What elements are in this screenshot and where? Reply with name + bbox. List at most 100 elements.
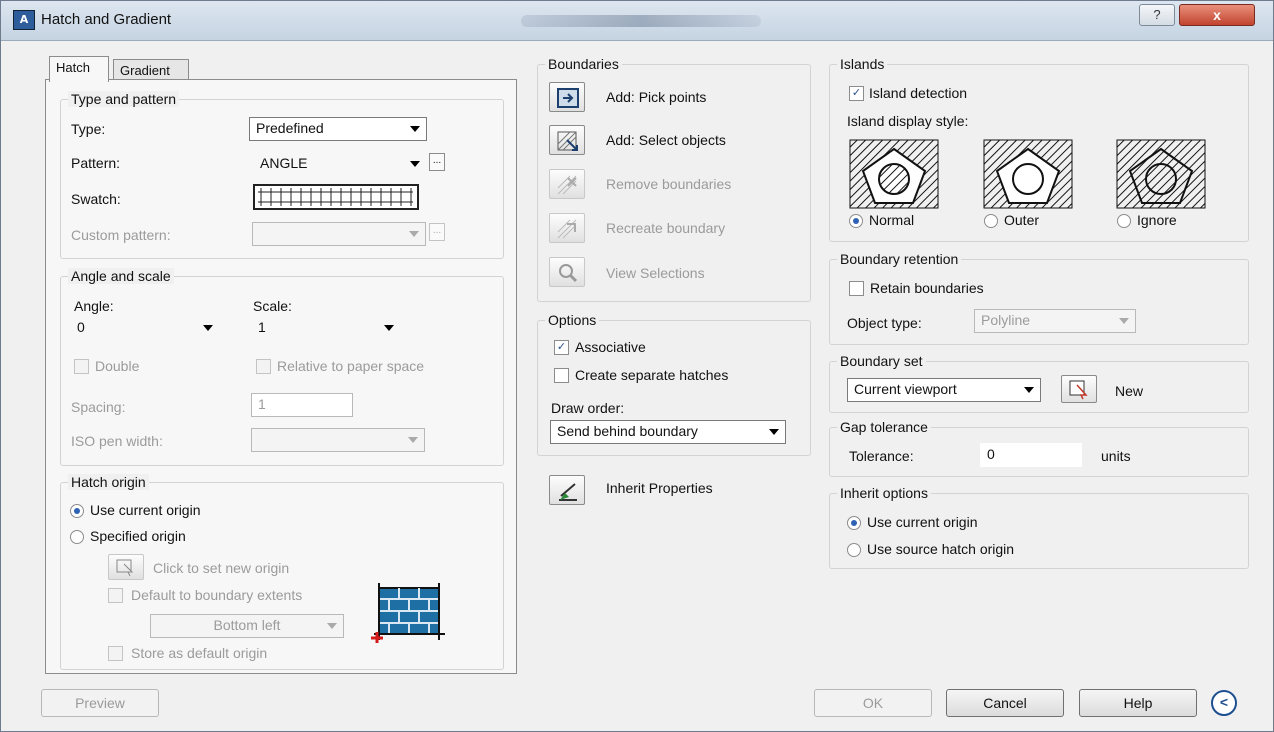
- remove-boundaries-label: Remove boundaries: [606, 176, 732, 192]
- island-display-style-label: Island display style:: [847, 113, 969, 129]
- chevron-down-icon: [1024, 387, 1034, 393]
- object-type-value: Polyline: [981, 312, 1031, 328]
- close-button[interactable]: x: [1179, 4, 1255, 26]
- group-title: Angle and scale: [68, 268, 174, 284]
- specified-origin-label: Specified origin: [90, 528, 186, 544]
- spacing-input[interactable]: 1: [251, 393, 353, 417]
- angle-value: 0: [77, 319, 85, 335]
- pick-points-icon: [557, 88, 579, 108]
- ok-button[interactable]: OK: [814, 689, 932, 717]
- island-ignore-radio[interactable]: [1117, 214, 1131, 228]
- click-set-origin-button[interactable]: [108, 554, 144, 580]
- recreate-boundary-button[interactable]: [549, 213, 585, 243]
- inherit-properties-label: Inherit Properties: [606, 480, 713, 496]
- island-normal-label: Normal: [869, 212, 915, 228]
- swatch-preview[interactable]: [253, 184, 419, 210]
- tab-hatch[interactable]: Hatch: [49, 56, 109, 82]
- remove-boundaries-icon: [557, 175, 577, 195]
- retain-boundaries-checkbox[interactable]: [849, 281, 864, 296]
- island-outer-preview[interactable]: [983, 139, 1073, 209]
- title-bar[interactable]: A Hatch and Gradient ? x: [1, 1, 1273, 41]
- type-value: Predefined: [256, 120, 324, 136]
- use-current-origin-radio[interactable]: [70, 504, 84, 518]
- store-default-origin-checkbox[interactable]: [108, 646, 123, 661]
- group-title: Boundary set: [837, 353, 926, 369]
- add-select-objects-button[interactable]: [549, 125, 585, 155]
- island-normal-preview[interactable]: [849, 139, 939, 209]
- swatch-label: Swatch:: [71, 191, 121, 207]
- group-title: Gap tolerance: [837, 419, 931, 435]
- scale-value: 1: [258, 319, 266, 335]
- title-help-button[interactable]: ?: [1139, 4, 1175, 26]
- boundary-set-select[interactable]: Current viewport: [847, 378, 1041, 402]
- hatch-tab-panel: Type and pattern Type: Predefined Patter…: [45, 79, 517, 674]
- collapse-options-icon[interactable]: <: [1211, 690, 1237, 716]
- pick-point-icon: [1069, 380, 1088, 400]
- type-select[interactable]: Predefined: [249, 117, 427, 141]
- help-button[interactable]: Help: [1079, 689, 1197, 717]
- draw-order-select[interactable]: Send behind boundary: [550, 420, 786, 444]
- chevron-down-icon: [1119, 318, 1129, 324]
- inherit-use-current-origin-radio[interactable]: [847, 516, 861, 530]
- group-title: Inherit options: [837, 485, 931, 501]
- title-bar-blur: [521, 15, 761, 27]
- chevron-down-icon: [769, 429, 779, 435]
- tolerance-input[interactable]: 0: [980, 443, 1082, 467]
- relative-paper-checkbox[interactable]: [256, 359, 271, 374]
- preview-button[interactable]: Preview: [41, 689, 159, 717]
- custom-pattern-browse-button[interactable]: ...: [429, 223, 445, 241]
- extent-position-select[interactable]: Bottom left: [150, 614, 344, 638]
- double-checkbox[interactable]: [74, 359, 89, 374]
- chevron-down-icon: [408, 437, 418, 443]
- retain-boundaries-label: Retain boundaries: [870, 280, 984, 296]
- tolerance-label: Tolerance:: [849, 448, 914, 464]
- pick-point-icon: [116, 559, 134, 577]
- inherit-use-current-origin-label: Use current origin: [867, 514, 978, 530]
- boundary-set-value: Current viewport: [854, 381, 957, 397]
- island-detection-checkbox[interactable]: ✓: [849, 86, 864, 101]
- create-separate-hatches-checkbox[interactable]: [554, 368, 569, 383]
- group-title: Hatch origin: [68, 474, 149, 490]
- island-detection-label: Island detection: [869, 85, 968, 101]
- spacing-label: Spacing:: [71, 399, 126, 415]
- add-select-objects-label: Add: Select objects: [606, 132, 726, 148]
- chevron-down-icon: [409, 231, 419, 237]
- specified-origin-radio[interactable]: [70, 530, 84, 544]
- add-pick-points-button[interactable]: [549, 82, 585, 112]
- type-label: Type:: [71, 121, 106, 137]
- island-outer-radio[interactable]: [984, 214, 998, 228]
- default-boundary-extents-checkbox[interactable]: [108, 588, 123, 603]
- island-ignore-preview[interactable]: [1116, 139, 1206, 209]
- magnifier-icon: [559, 264, 578, 283]
- iso-pen-width-label: ISO pen width:: [71, 433, 163, 449]
- recreate-boundary-icon: [557, 219, 577, 239]
- window-title: Hatch and Gradient: [41, 11, 172, 28]
- custom-pattern-select[interactable]: [252, 222, 426, 246]
- double-label: Double: [95, 358, 140, 374]
- object-type-label: Object type:: [847, 315, 922, 331]
- recreate-boundary-label: Recreate boundary: [606, 220, 726, 236]
- new-boundary-set-button[interactable]: [1061, 375, 1097, 403]
- app-icon: A: [13, 10, 35, 30]
- island-normal-radio[interactable]: [849, 214, 863, 228]
- scale-select[interactable]: 1: [251, 316, 401, 340]
- cancel-button[interactable]: Cancel: [946, 689, 1064, 717]
- view-selections-button[interactable]: [549, 257, 585, 287]
- island-ignore-label: Ignore: [1137, 212, 1177, 228]
- inherit-properties-button[interactable]: [549, 475, 585, 505]
- draw-order-value: Send behind boundary: [557, 423, 698, 439]
- pattern-select[interactable]: ANGLE: [253, 152, 427, 176]
- tolerance-units-label: units: [1101, 448, 1131, 464]
- inherit-use-source-origin-label: Use source hatch origin: [867, 541, 1015, 557]
- group-title: Type and pattern: [68, 91, 180, 107]
- associative-checkbox[interactable]: ✓: [554, 340, 569, 355]
- hatch-gradient-dialog: A Hatch and Gradient ? x Hatch Gradient …: [0, 0, 1274, 732]
- chevron-down-icon: [384, 325, 394, 331]
- pattern-browse-button[interactable]: ...: [429, 153, 445, 171]
- swatch-pattern-icon: [258, 188, 413, 206]
- iso-pen-width-select[interactable]: [251, 428, 425, 452]
- inherit-use-source-origin-radio[interactable]: [847, 543, 861, 557]
- object-type-select[interactable]: Polyline: [974, 309, 1136, 333]
- angle-select[interactable]: 0: [70, 316, 220, 340]
- remove-boundaries-button[interactable]: [549, 169, 585, 199]
